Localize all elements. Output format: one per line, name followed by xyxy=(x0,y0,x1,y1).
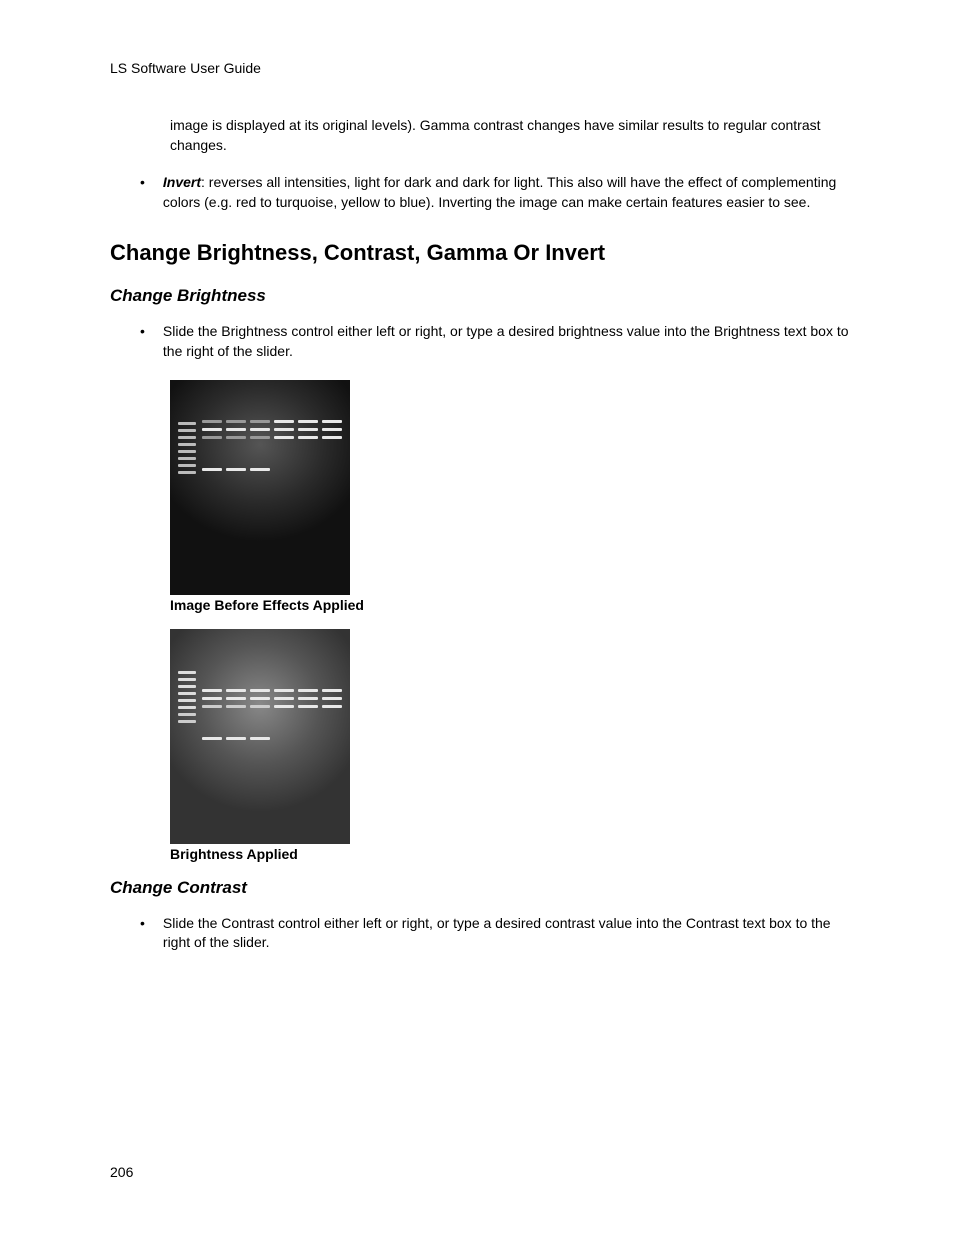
caption-after: Brightness Applied xyxy=(170,846,859,862)
contrast-instruction-text: Slide the Contrast control either left o… xyxy=(163,914,859,953)
bullet-marker-icon: • xyxy=(140,322,145,361)
section-heading: Change Brightness, Contrast, Gamma Or In… xyxy=(110,240,859,266)
figure-before: Image Before Effects Applied xyxy=(170,380,859,613)
page-number: 206 xyxy=(110,1164,133,1180)
bullet-brightness-instruction: • Slide the Brightness control either le… xyxy=(140,322,859,361)
bullet-marker-icon: • xyxy=(140,173,145,212)
bullet-invert-content: Invert: reverses all intensities, light … xyxy=(163,173,859,212)
invert-body: : reverses all intensities, light for da… xyxy=(163,174,836,210)
figure-after: Brightness Applied xyxy=(170,629,859,862)
gel-image-before xyxy=(170,380,350,595)
gel-image-after xyxy=(170,629,350,844)
bullet-contrast-instruction: • Slide the Contrast control either left… xyxy=(140,914,859,953)
subsection-brightness-heading: Change Brightness xyxy=(110,286,859,306)
invert-lead: Invert xyxy=(163,174,201,190)
caption-before: Image Before Effects Applied xyxy=(170,597,859,613)
continuation-paragraph: image is displayed at its original level… xyxy=(170,116,859,155)
bullet-invert: • Invert: reverses all intensities, ligh… xyxy=(140,173,859,212)
brightness-instruction-text: Slide the Brightness control either left… xyxy=(163,322,859,361)
bullet-marker-icon: • xyxy=(140,914,145,953)
subsection-contrast-heading: Change Contrast xyxy=(110,878,859,898)
page-header-title: LS Software User Guide xyxy=(110,60,859,76)
